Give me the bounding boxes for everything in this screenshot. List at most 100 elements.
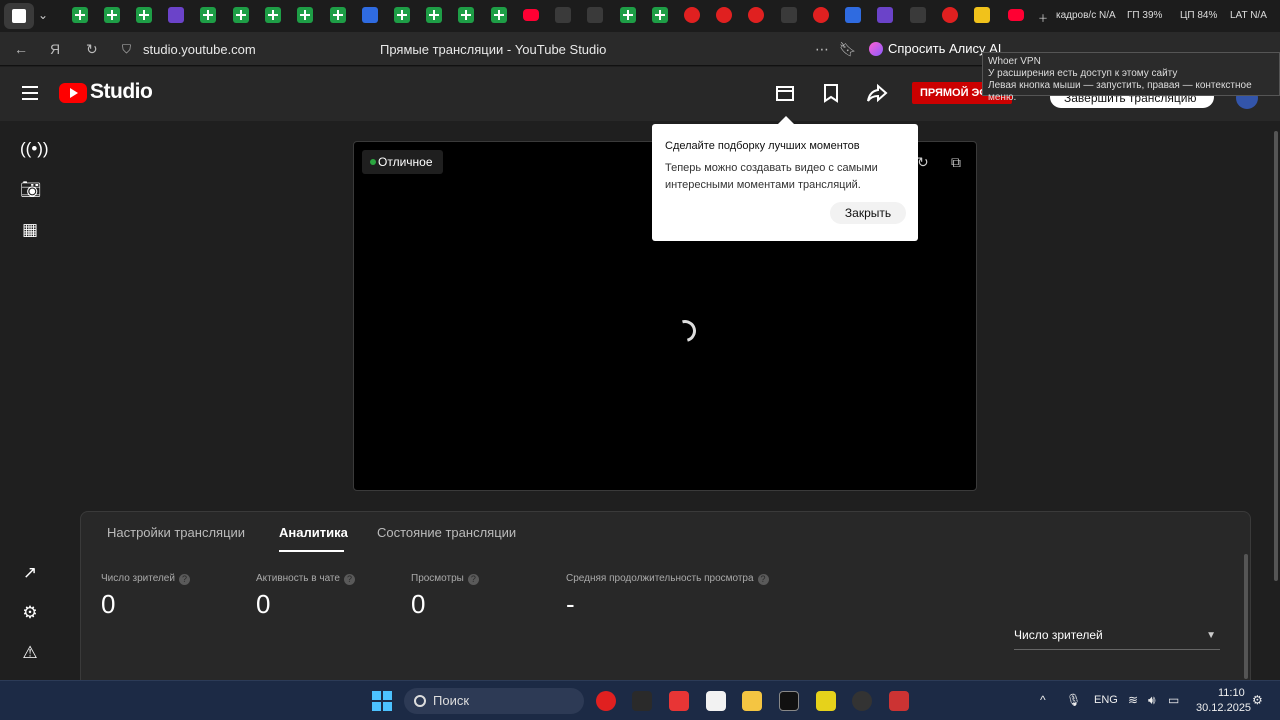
share-icon[interactable] [866,82,888,104]
sheets-tab-icon[interactable] [426,7,442,23]
tab-stream-health[interactable]: Состояние трансляции [377,525,516,540]
stats-app-icon[interactable] [632,691,652,711]
gear-icon[interactable]: ⚙ [20,603,40,623]
popup-text: Теперь можно создавать видео с самыми ин… [665,162,878,191]
chevron-down-icon: ▼ [1206,630,1216,641]
sheets-tab-icon[interactable] [104,7,120,23]
audio-tab-icon[interactable] [910,7,926,23]
metric-value-avg-duration: - [566,589,575,619]
game-icon[interactable] [889,691,909,711]
external-link-icon[interactable]: ↗ [20,563,40,583]
more-icon[interactable]: ⋯ [815,41,829,58]
battery-icon[interactable]: ▭ [1168,693,1179,707]
feedback-icon[interactable]: ⚠ [20,643,40,663]
tab-stream-settings[interactable]: Настройки трансляции [107,525,245,540]
loading-spinner-icon [669,315,701,347]
pdf-tab-icon[interactable] [716,7,732,23]
gear-icon[interactable]: ⚙ [1252,693,1263,707]
yandex-tab-icon[interactable] [942,7,958,23]
r-tab-icon[interactable] [555,7,571,23]
sheets-tab-icon[interactable] [265,7,281,23]
mail-tab-icon[interactable] [974,7,990,23]
panel-scrollbar[interactable] [1244,554,1248,679]
help-icon[interactable]: ? [467,574,479,585]
app-icon[interactable] [816,691,836,711]
metric-value-viewers: 0 [101,589,116,619]
terminal-icon[interactable] [779,691,799,711]
page-scrollbar[interactable] [1272,121,1280,680]
pdf-tab-icon[interactable] [748,7,764,23]
metric-label: Средняя продолжительность просмотра? [566,573,769,585]
chevron-down-icon[interactable]: ⌄ [38,8,48,22]
obs-icon[interactable] [852,691,872,711]
language-indicator[interactable]: ENG [1094,694,1118,706]
fps-status: кадров/с N/A [1056,10,1116,21]
yandex-tab-icon[interactable] [684,7,700,23]
url-field[interactable]: studio.youtube.com [143,42,256,57]
vpn-tooltip-line: У расширения есть доступ к этому сайту [988,68,1178,79]
volume-icon[interactable]: 🔊︎ [1148,693,1156,708]
wps-icon[interactable] [669,691,689,711]
new-tab-icon[interactable]: ＋ [1038,10,1048,25]
taskbar: Поиск ^ 🎙︎ ENG ≋ 🔊︎ ▭ 11:10 30.12.2025 ⚙ [0,680,1280,720]
sheets-tab-icon[interactable] [491,7,507,23]
metric-label: Активность в чате? [256,573,355,585]
sheets-tab-icon[interactable] [200,7,216,23]
sheets-tab-icon[interactable] [136,7,152,23]
taskbar-search[interactable]: Поиск [404,688,584,714]
help-icon[interactable]: ? [343,574,355,585]
reload-icon[interactable]: ↻ [86,41,98,58]
back-icon[interactable]: ← [14,41,28,57]
sheets-tab-icon[interactable] [297,7,313,23]
forms-tab-icon[interactable] [168,7,184,23]
site-info-icon[interactable]: ⛉ [122,42,131,57]
youtube-tab-icon[interactable] [1008,9,1024,21]
popup-close-button[interactable]: Закрыть [830,202,906,224]
stream-quality-badge: Отличное [362,150,443,174]
metric-value-chat: 0 [256,589,271,619]
help-icon[interactable]: ? [757,574,769,585]
folder-icon[interactable] [742,691,762,711]
windows-start-icon[interactable] [372,691,392,711]
sheets-tab-icon[interactable] [620,7,636,23]
sheets-tab-icon[interactable] [394,7,410,23]
menu-icon[interactable] [22,86,38,100]
clapperboard-icon[interactable] [774,82,796,104]
sheets-tab-icon[interactable] [72,7,88,23]
youtube-logo-icon[interactable] [59,83,87,103]
chevron-up-icon[interactable]: ^ [1040,693,1046,707]
latency-status: LAT N/A [1230,10,1267,21]
docs-tab-icon[interactable] [362,7,378,23]
chat-tab-icon[interactable] [845,7,861,23]
bookmark-icon[interactable] [820,82,842,104]
sheets-tab-icon[interactable] [233,7,249,23]
gpu-status: ГП 39% [1127,10,1163,21]
sheets-tab-icon[interactable] [652,7,668,23]
metric-value-views: 0 [411,589,426,619]
clock-time[interactable]: 11:10 [1218,687,1245,699]
help-icon[interactable]: ? [178,574,190,585]
chart-tab-icon[interactable] [587,7,603,23]
metric-select[interactable]: Число зрителей ▼ [1014,628,1220,650]
news-tab-icon[interactable] [813,7,829,23]
triangle-tab-icon[interactable] [781,7,797,23]
yandex-browser-icon[interactable] [596,691,616,711]
sheets-tab-icon[interactable] [458,7,474,23]
document-icon[interactable] [706,691,726,711]
sheets-tab-icon[interactable] [330,7,346,23]
wifi-icon[interactable]: ≋ [1128,693,1138,707]
clock-date[interactable]: 30.12.2025 [1196,702,1251,714]
yandex-icon[interactable]: Я [50,41,60,57]
bookmark-icon[interactable]: 🔖︎ [839,41,857,58]
refresh-icon[interactable]: ↻ [917,154,933,170]
forms-tab-icon[interactable] [877,7,893,23]
camera-icon[interactable]: 📷︎ [20,180,42,200]
youtube-tab-icon[interactable] [523,9,539,21]
browser-tab-active[interactable] [4,3,34,29]
calendar-icon[interactable]: ▦ [20,220,40,240]
microphone-icon[interactable]: 🎙︎ [1066,693,1081,707]
copy-icon[interactable]: ⧉ [951,154,967,170]
studio-logo-text[interactable]: Studio [90,80,153,104]
broadcast-icon[interactable]: ((•)) [20,139,49,159]
tab-analytics[interactable]: Аналитика [279,525,348,540]
